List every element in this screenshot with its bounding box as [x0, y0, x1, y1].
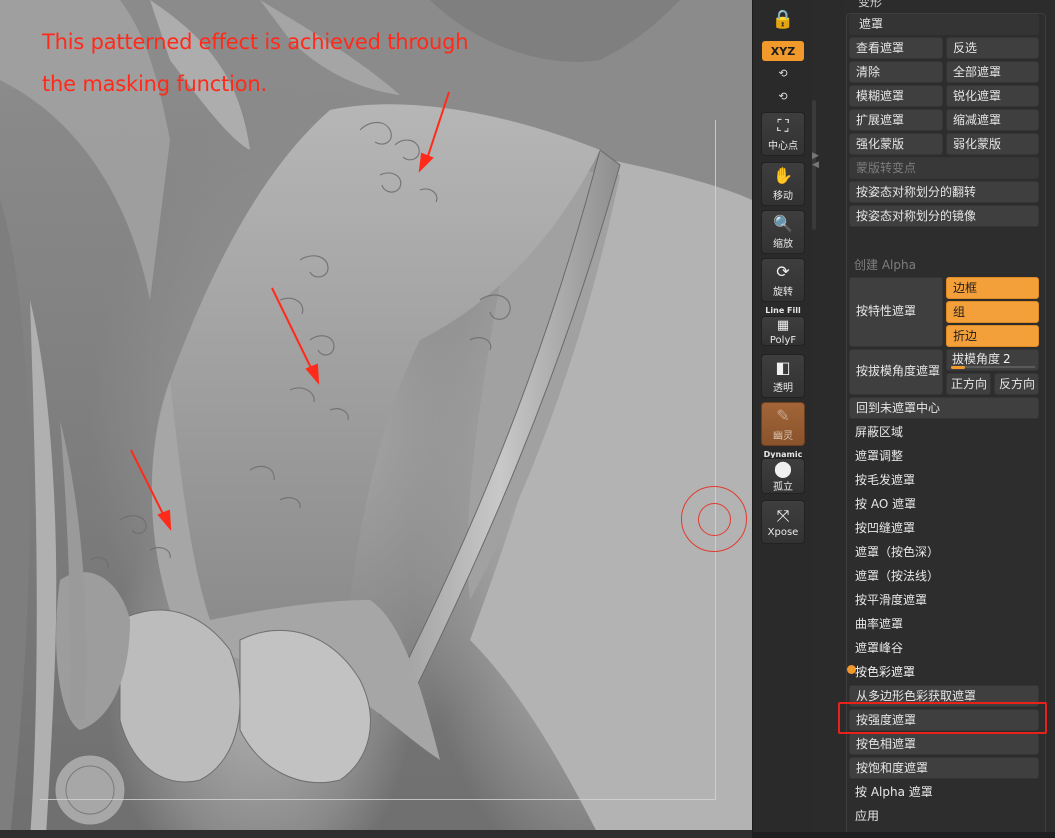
- back-to-unmasked-center-button[interactable]: 回到未遮罩中心: [849, 397, 1039, 419]
- transparent-icon: ◧: [775, 357, 791, 377]
- rotate-y-button[interactable]: ⟲: [775, 67, 791, 83]
- solo-button[interactable]: ⬤ 孤立: [761, 458, 805, 494]
- mask-adjust-label[interactable]: 遮罩调整: [855, 447, 903, 464]
- xyz-rotation-button[interactable]: XYZ: [762, 41, 804, 61]
- mask-to-points-button[interactable]: 蒙版转变点: [849, 157, 1039, 179]
- feature-crease-toggle[interactable]: 折边: [946, 325, 1039, 347]
- feature-border-toggle[interactable]: 边框: [946, 277, 1039, 299]
- xpose-button[interactable]: ⤧ Xpose: [761, 500, 805, 544]
- deformation-section-title[interactable]: 变形: [858, 0, 882, 10]
- line-fill-caption: Line Fill: [765, 306, 801, 315]
- rotate-y-icon: ⟲: [778, 67, 788, 80]
- mask-curvature-label[interactable]: 曲率遮罩: [855, 615, 903, 632]
- magnifier-icon: 🔍: [773, 213, 793, 233]
- sculpt-viewport[interactable]: This patterned effect is achieved throug…: [0, 0, 752, 838]
- mask-fibers-label[interactable]: 按毛发遮罩: [855, 471, 915, 488]
- collapse-arrow-icon[interactable]: ▶ ◀: [812, 152, 819, 170]
- panel-divider: ▶ ◀: [812, 0, 844, 838]
- polyf-label: PolyF: [769, 334, 797, 346]
- grow-mask-button[interactable]: 扩展遮罩: [849, 109, 943, 131]
- rotate-label: 旋转: [773, 286, 793, 298]
- xpose-label: Xpose: [767, 526, 799, 538]
- solo-label: 孤立: [773, 481, 793, 493]
- sculpt-model-render: [0, 0, 752, 838]
- mask-by-color-section[interactable]: 按色彩遮罩: [855, 663, 915, 680]
- center-point-label: 中心点: [768, 140, 798, 152]
- mask-ao-label[interactable]: 按 AO 遮罩: [855, 495, 916, 512]
- hand-icon: ✋: [773, 165, 793, 185]
- masking-section-title[interactable]: 遮罩: [849, 14, 1039, 35]
- polyframe-button[interactable]: ▦ PolyF: [761, 316, 805, 346]
- mask-by-intensity-button[interactable]: 按强度遮罩: [849, 709, 1039, 731]
- solo-icon: ⬤: [774, 458, 792, 478]
- center-point-button[interactable]: ⛶ 中心点: [761, 112, 805, 156]
- transparent-label: 透明: [773, 382, 793, 394]
- rotate-button[interactable]: ⟳ 旋转: [761, 258, 805, 302]
- rotate-z-button[interactable]: ⟲: [775, 90, 791, 106]
- mask-peaks-valleys-label[interactable]: 遮罩峰谷: [855, 639, 903, 656]
- feature-group-toggle[interactable]: 组: [946, 301, 1039, 323]
- draft-angle-fill: [951, 366, 965, 369]
- mask-by-feature-button[interactable]: 按特性遮罩: [849, 277, 943, 347]
- center-point-icon: ⛶: [777, 115, 789, 135]
- apply-label[interactable]: 应用: [855, 807, 879, 824]
- mask-by-draft-button[interactable]: 按拔模角度遮罩: [849, 349, 943, 395]
- lock-icon: 🔒: [771, 8, 795, 30]
- transparent-button[interactable]: ◧ 透明: [761, 354, 805, 398]
- xpose-icon: ⤧: [776, 505, 790, 525]
- ghost-button[interactable]: ✎ 幽灵: [761, 402, 805, 446]
- shrink-mask-button[interactable]: 缩减遮罩: [946, 109, 1039, 131]
- scale-button[interactable]: 🔍 缩放: [761, 210, 805, 254]
- flip-by-symmetry-button[interactable]: 按姿态对称划分的翻转: [849, 181, 1039, 203]
- draft-angle-slider[interactable]: 拔模角度 2: [946, 349, 1039, 371]
- lock-camera-button[interactable]: 🔒: [767, 4, 799, 34]
- mask-area-label[interactable]: 屏蔽区域: [855, 423, 903, 440]
- move-label: 移动: [773, 190, 793, 202]
- create-alpha-label[interactable]: 创建 Alpha: [854, 256, 916, 273]
- right-shelf: 🔒 XYZ ⟲ ⟲ ⛶ 中心点 ✋ 移动 🔍 缩放 ⟳ 旋转 Line Fill…: [752, 0, 812, 838]
- ghost-icon: ✎: [776, 405, 790, 425]
- scale-label: 缩放: [773, 238, 793, 250]
- negative-direction-button[interactable]: 反方向: [994, 373, 1039, 395]
- rotate-z-icon: ⟲: [778, 90, 788, 103]
- rotate-icon: ⟳: [776, 261, 790, 281]
- clear-button[interactable]: 清除: [849, 61, 943, 83]
- mask-cavity-label[interactable]: 按凹缝遮罩: [855, 519, 915, 536]
- ghost-label: 幽灵: [773, 430, 793, 442]
- sharpen-mask-button[interactable]: 锐化遮罩: [946, 85, 1039, 107]
- move-button[interactable]: ✋ 移动: [761, 162, 805, 206]
- positive-direction-button[interactable]: 正方向: [946, 373, 991, 395]
- annotation-line-1: This patterned effect is achieved throug…: [42, 30, 469, 54]
- weaken-mask-button[interactable]: 弱化蒙版: [946, 133, 1039, 155]
- mask-smoothness-label[interactable]: 按平滑度遮罩: [855, 591, 927, 608]
- annotation-text: This patterned effect is achieved throug…: [42, 21, 512, 105]
- mask-by-alpha-label[interactable]: 按 Alpha 遮罩: [855, 783, 933, 800]
- panel-bottom-strip: [752, 832, 1055, 838]
- inverse-button[interactable]: 反选: [946, 37, 1039, 59]
- annotation-line-2: the masking function.: [42, 72, 267, 96]
- mask-from-polypaint-button[interactable]: 从多边形色彩获取遮罩: [849, 685, 1039, 707]
- mask-by-hue-button[interactable]: 按色相遮罩: [849, 733, 1039, 755]
- grid-icon: ▦: [776, 317, 790, 333]
- xyz-label: XYZ: [770, 44, 796, 58]
- view-mask-button[interactable]: 查看遮罩: [849, 37, 943, 59]
- brush-cursor-ring: [681, 486, 747, 552]
- mask-normal-label[interactable]: 遮罩（按法线）: [855, 567, 939, 584]
- mask-by-saturation-button[interactable]: 按饱和度遮罩: [849, 757, 1039, 779]
- mask-color-depth-label[interactable]: 遮罩（按色深）: [855, 543, 939, 560]
- mask-all-button[interactable]: 全部遮罩: [946, 61, 1039, 83]
- mirror-by-symmetry-button[interactable]: 按姿态对称划分的镜像: [849, 205, 1039, 227]
- viewport-bottom-scrollbar[interactable]: [0, 830, 752, 838]
- blur-mask-button[interactable]: 模糊遮罩: [849, 85, 943, 107]
- enhance-mask-button[interactable]: 强化蒙版: [849, 133, 943, 155]
